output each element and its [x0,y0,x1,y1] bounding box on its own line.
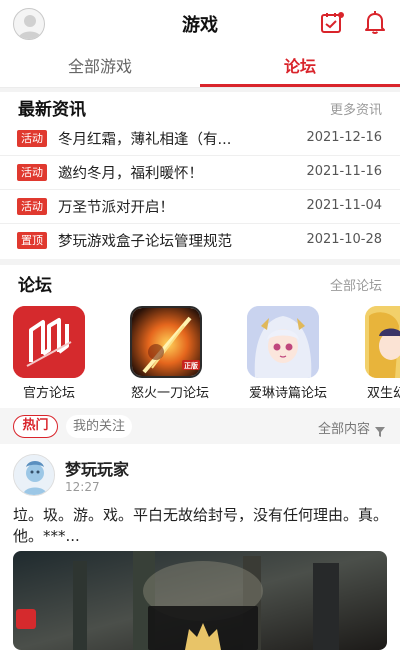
genuine-badge: 正版 [184,362,198,370]
forum-card-nuhuo[interactable]: 正版 怒火一刀论坛 [130,306,222,401]
news-tag: 活动 [17,130,47,147]
forum-name: 爱琳诗篇论坛 [249,386,328,401]
forum-section-title: 论坛 [18,276,52,296]
top-bar: 游戏 [0,0,400,46]
shuangsheng-game-icon [365,306,400,378]
news-tag: 活动 [17,164,47,181]
forum-card-ailin[interactable]: 爱琳诗篇论坛 [247,306,339,401]
news-title: 梦玩游戏盒子论坛管理规范 [58,234,232,250]
filter-funnel-icon[interactable] [375,422,385,437]
news-item[interactable]: 活动 冬月红霜，薄礼相逢（有... 2021-12-16 [0,122,400,156]
post-content[interactable]: 垃。圾。游。戏。平白无故给封号，没有任何理由。真。 他。***... [13,505,387,547]
more-news-link[interactable]: 更多资讯 [330,99,382,118]
news-date: 2021-10-28 [306,232,382,247]
filter-following-button[interactable]: 我的关注 [66,415,132,438]
news-title: 万圣节派对开启！ [58,200,174,216]
news-title: 冬月红霜，薄礼相逢（有... [58,132,232,148]
tab-bar: 全部游戏 论坛 [0,47,400,88]
filter-hot-button[interactable]: 热门 [13,415,58,438]
ailin-shipian-game-icon [247,306,319,378]
news-title: 邀约冬月，福利暖怀！ [58,166,203,182]
tab-forum[interactable]: 论坛 [200,47,400,87]
active-tab-indicator [200,84,400,87]
tab-all-games[interactable]: 全部游戏 [0,47,200,87]
notification-bell-icon[interactable] [362,9,388,35]
news-section-title: 最新资讯 [18,100,86,120]
news-date: 2021-12-16 [306,130,382,145]
forum-section-header: 论坛 全部论坛 [0,268,400,298]
news-tag: 置顶 [17,232,47,249]
news-item[interactable]: 置顶 梦玩游戏盒子论坛管理规范 2021-10-28 [0,224,400,258]
news-section-header: 最新资讯 更多资讯 [0,92,400,122]
forum-name: 怒火一刀论坛 [131,386,210,401]
news-tag: 活动 [17,198,47,215]
post-time: 12:27 [65,480,100,494]
post-content-line: 垃。圾。游。戏。平白无故给封号，没有任何理由。真。 [13,506,387,524]
nuhuo-yidao-game-icon: 正版 [130,306,202,378]
post-image[interactable] [13,551,387,650]
post-content-line: 他。***... [13,527,80,545]
post-author-name[interactable]: 梦玩玩家 [65,456,129,480]
news-date: 2021-11-04 [306,198,382,213]
all-content-dropdown[interactable]: 全部内容 [318,418,370,437]
post-author-avatar[interactable] [13,454,55,496]
forum-name: 官方论坛 [23,386,76,401]
forum-name: 双生幻 [367,386,400,398]
news-item[interactable]: 活动 邀约冬月，福利暖怀！ 2021-11-16 [0,156,400,190]
all-forums-link[interactable]: 全部论坛 [330,275,382,294]
forum-card-official[interactable]: 官方论坛 [13,306,105,401]
official-forum-logo-icon [13,306,85,378]
forum-card-shuangsheng[interactable]: 双生幻 [365,306,400,398]
news-date: 2021-11-16 [306,164,382,179]
news-item[interactable]: 活动 万圣节派对开启！ 2021-11-04 [0,190,400,224]
section-divider [0,259,400,265]
post-filter-bar: 热门 我的关注 全部内容 [0,408,400,444]
checkin-calendar-icon[interactable] [320,11,344,35]
